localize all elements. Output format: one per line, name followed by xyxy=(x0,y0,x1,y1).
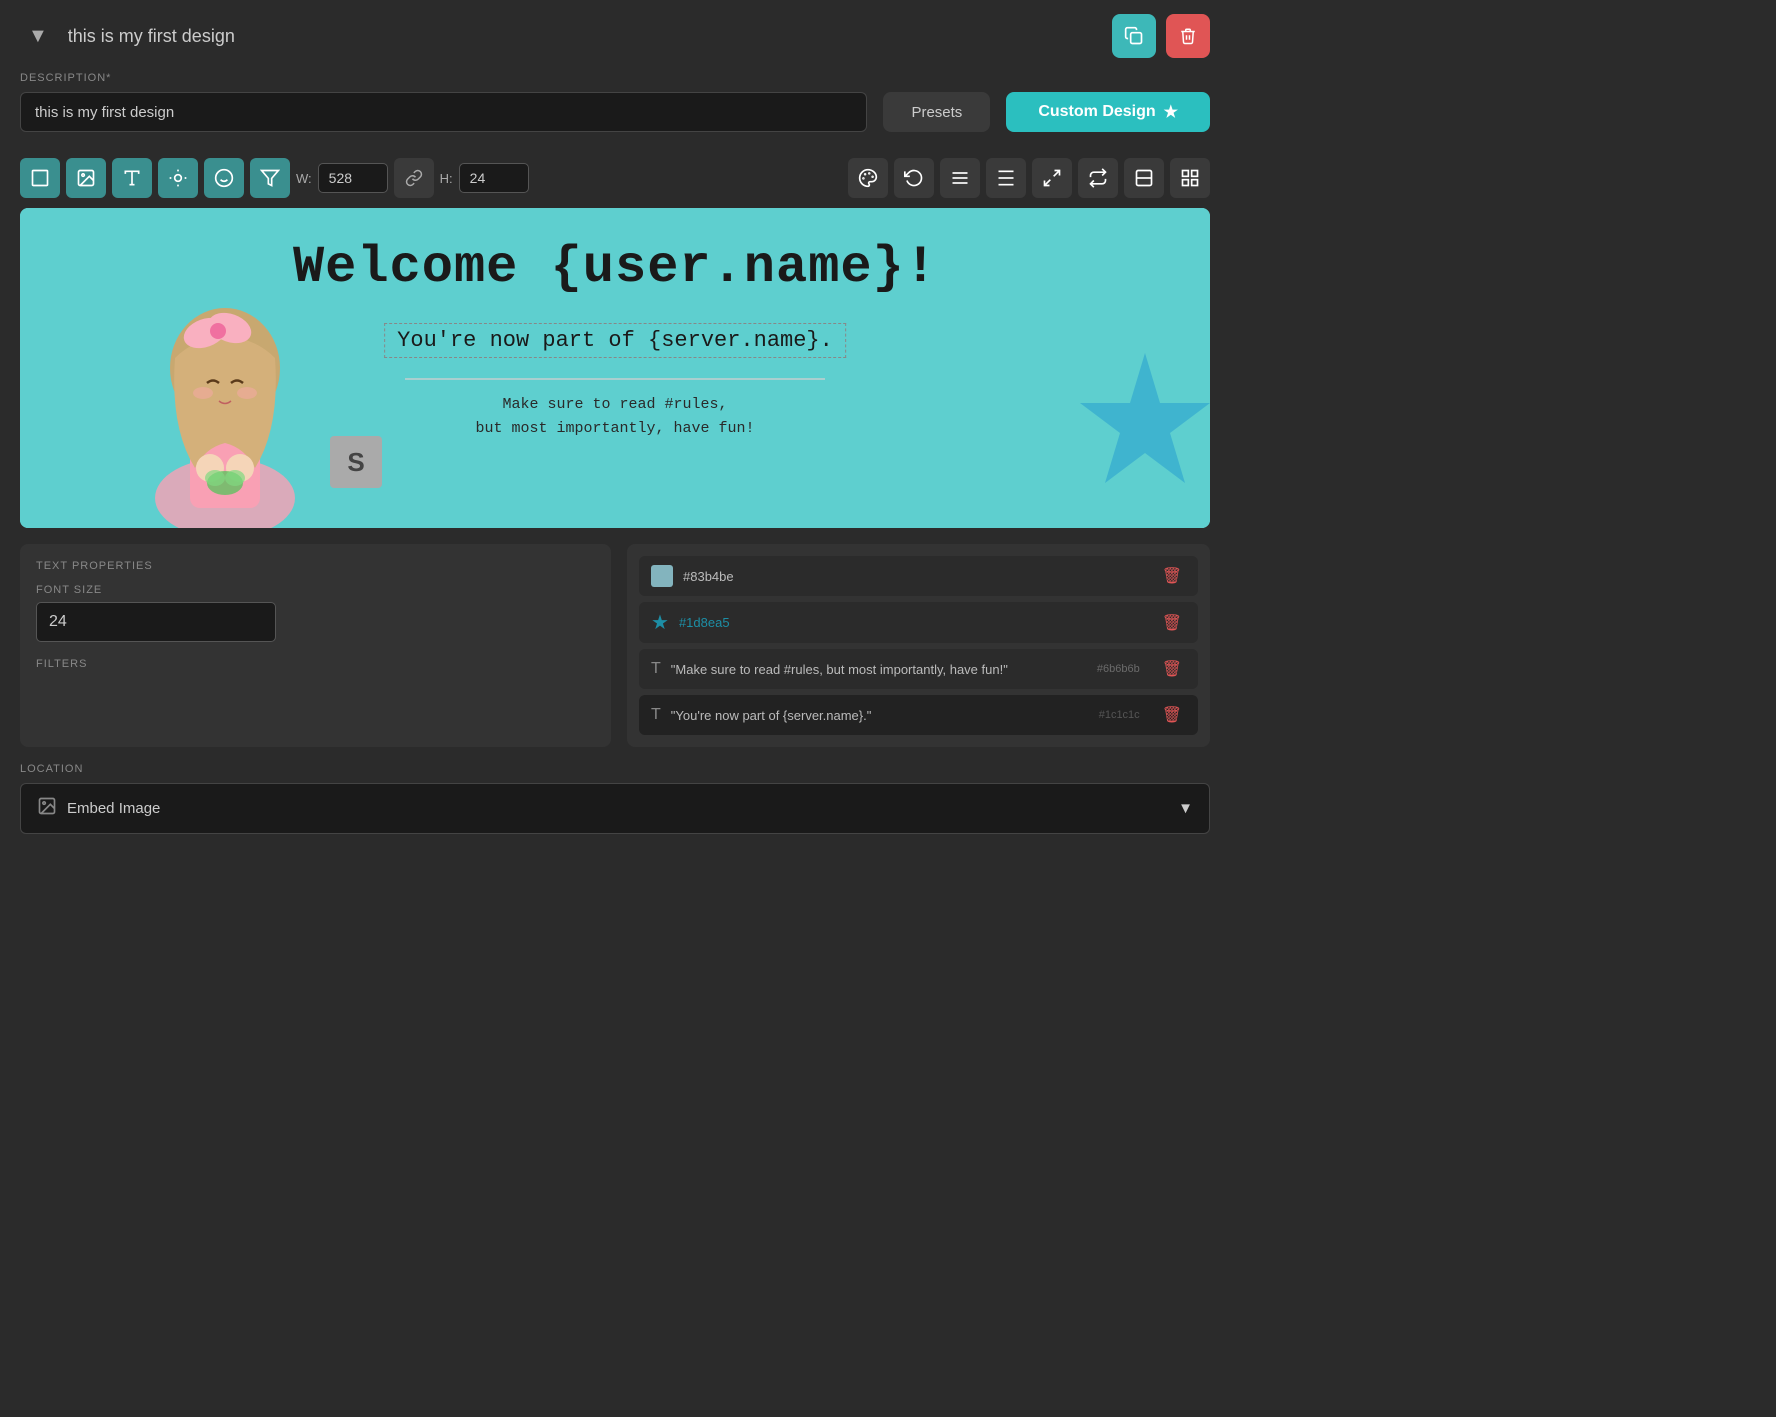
width-group: W: xyxy=(296,163,388,193)
layer-delete-button[interactable]: 🗑 xyxy=(1158,703,1186,727)
toolbar: W: H: xyxy=(0,148,1230,208)
layer-label: #83b4be xyxy=(683,569,1148,584)
layer-color-swatch xyxy=(651,565,673,587)
canvas-area[interactable]: Welcome {user.name}! You're now part of … xyxy=(20,208,1210,528)
location-section: LOCATION Embed Image ▼ xyxy=(0,763,1230,854)
location-dropdown[interactable]: Embed Image ▼ xyxy=(20,783,1210,834)
text-properties-panel: TEXT PROPERTIES FONT SIZE FILTERS xyxy=(20,544,611,747)
filter-tool-button[interactable] xyxy=(250,158,290,198)
width-input[interactable] xyxy=(318,163,388,193)
layer-label: #1d8ea5 xyxy=(679,615,1148,630)
crop-tool-button[interactable] xyxy=(20,158,60,198)
layer-text-icon: T xyxy=(651,706,661,724)
emoji-tool-button[interactable] xyxy=(204,158,244,198)
font-size-label: FONT SIZE xyxy=(36,584,595,596)
location-label: LOCATION xyxy=(20,763,1210,775)
description-row: Presets Custom Design ★ xyxy=(20,92,1210,132)
list-item[interactable]: ★ #1d8ea5 🗑 xyxy=(639,602,1198,643)
design-title: this is my first design xyxy=(68,26,235,47)
top-bar: ▼ this is my first design xyxy=(0,0,1230,72)
delete-button[interactable] xyxy=(1166,14,1210,58)
layer-delete-button[interactable]: 🗑 xyxy=(1158,564,1186,588)
layer-label: "You're now part of {server.name}." xyxy=(671,708,1089,723)
color-picker-button[interactable] xyxy=(848,158,888,198)
canvas-s-badge: S xyxy=(330,436,382,488)
description-label: DESCRIPTION* xyxy=(20,72,1210,84)
link-dimensions-button[interactable] xyxy=(394,158,434,198)
custom-design-button[interactable]: Custom Design ★ xyxy=(1006,92,1210,132)
layer-text-icon: T xyxy=(651,660,661,678)
width-label: W: xyxy=(296,171,312,186)
text-tool-button[interactable] xyxy=(112,158,152,198)
canvas-avatar xyxy=(115,268,335,528)
top-bar-left: ▼ this is my first design xyxy=(20,21,235,52)
layer-delete-button[interactable]: 🗑 xyxy=(1158,657,1186,681)
layer-star-icon: ★ xyxy=(651,610,669,635)
custom-design-label: Custom Design xyxy=(1038,103,1155,121)
list-item[interactable]: T "Make sure to read #rules, but most im… xyxy=(639,649,1198,689)
location-value: Embed Image xyxy=(67,800,160,817)
image-tool-button[interactable] xyxy=(66,158,106,198)
canvas-subtitle: You're now part of {server.name}. xyxy=(384,323,846,358)
flip-v-button[interactable] xyxy=(1124,158,1164,198)
presets-button[interactable]: Presets xyxy=(883,92,990,132)
right-tools xyxy=(848,158,1210,198)
canvas-divider xyxy=(405,378,825,380)
embed-icon xyxy=(37,796,57,821)
top-bar-right xyxy=(1112,14,1210,58)
text-properties-label: TEXT PROPERTIES xyxy=(36,560,595,572)
font-size-input[interactable] xyxy=(36,602,276,642)
location-chevron-icon: ▼ xyxy=(1178,800,1193,817)
layers-panel: #83b4be 🗑 ★ #1d8ea5 🗑 T "Make sure to re… xyxy=(627,544,1210,747)
height-group: H: xyxy=(440,163,529,193)
filters-label: FILTERS xyxy=(36,658,595,670)
description-section: DESCRIPTION* Presets Custom Design ★ xyxy=(0,72,1230,148)
list-item[interactable]: T "You're now part of {server.name}." #1… xyxy=(639,695,1198,735)
height-label: H: xyxy=(440,171,453,186)
layer-color-code: #6b6b6b xyxy=(1097,663,1140,675)
bottom-section: TEXT PROPERTIES FONT SIZE FILTERS #83b4b… xyxy=(0,544,1230,763)
distribute-button[interactable] xyxy=(986,158,1026,198)
collapse-button[interactable]: ▼ xyxy=(20,21,56,52)
star-icon: ★ xyxy=(1164,102,1178,122)
layer-color-code: #1c1c1c xyxy=(1099,709,1140,721)
rotate-button[interactable] xyxy=(894,158,934,198)
height-input[interactable] xyxy=(459,163,529,193)
shape-tool-button[interactable] xyxy=(158,158,198,198)
layer-delete-button[interactable]: 🗑 xyxy=(1158,611,1186,635)
align-button[interactable] xyxy=(940,158,980,198)
scale-button[interactable] xyxy=(1032,158,1072,198)
layer-label: "Make sure to read #rules, but most impo… xyxy=(671,662,1087,677)
canvas-inner: Welcome {user.name}! You're now part of … xyxy=(20,208,1210,528)
flip-h-button[interactable] xyxy=(1078,158,1118,198)
duplicate-button[interactable] xyxy=(1112,14,1156,58)
grid-button[interactable] xyxy=(1170,158,1210,198)
list-item[interactable]: #83b4be 🗑 xyxy=(639,556,1198,596)
location-dropdown-left: Embed Image xyxy=(37,796,160,821)
description-input[interactable] xyxy=(20,92,867,132)
